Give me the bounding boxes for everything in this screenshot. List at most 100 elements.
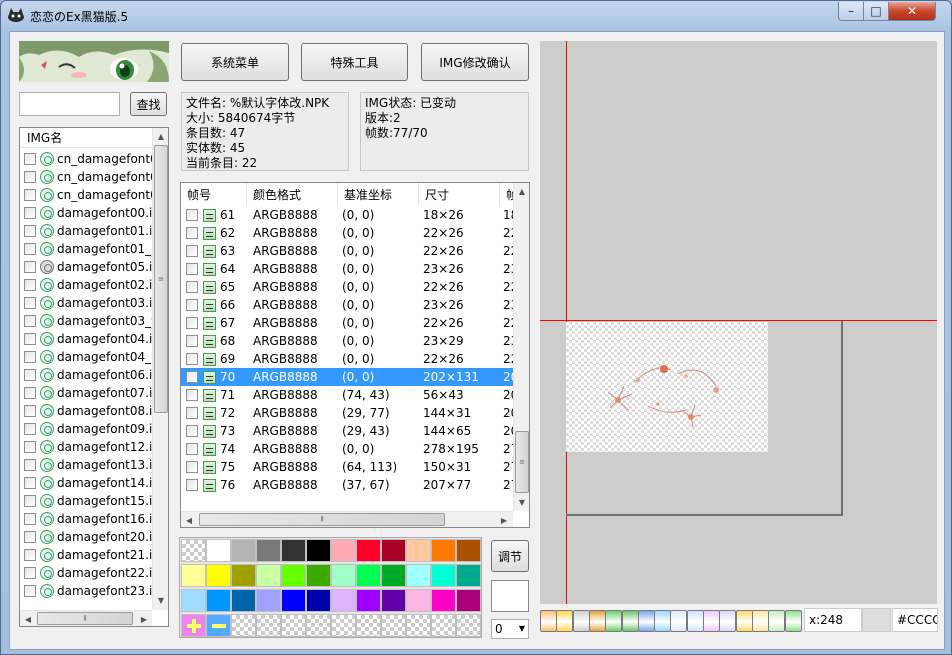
frame-row[interactable]: 62 ARGB8888 (0, 0) 22×26 22 [181,224,518,242]
col-frame-no[interactable]: 帧号 [181,183,247,205]
frame-checkbox[interactable] [186,407,198,419]
frame-row[interactable]: 70 ARGB8888 (0, 0) 202×131 20 [181,368,518,386]
pencil-tool-icon[interactable] [703,610,720,632]
palette-swatch[interactable] [231,539,256,562]
palette-swatch[interactable] [306,539,331,562]
swap-tool-icon[interactable] [605,610,623,632]
palette-swatch[interactable] [431,589,456,612]
frame-scroll-right-icon[interactable]: ▶ [496,512,512,527]
palette-swatch[interactable] [281,564,306,587]
palette-swatch[interactable] [306,564,331,587]
palette-swatch[interactable] [406,564,431,587]
img-list-item[interactable]: damagefont02.in [24,276,160,294]
img-item-checkbox[interactable] [24,333,36,345]
palette-swatch[interactable] [281,589,306,612]
scroll-right-icon[interactable]: ▶ [136,611,152,626]
frame-checkbox[interactable] [186,317,198,329]
img-item-checkbox[interactable] [24,477,36,489]
frame-checkbox[interactable] [186,425,198,437]
frame-list-scroll-thumb[interactable]: ≡ [515,431,529,493]
frame-scroll-up-icon[interactable]: ▲ [514,183,529,199]
img-item-checkbox[interactable] [24,351,36,363]
frame-checkbox[interactable] [186,335,198,347]
palette-swatch[interactable] [431,539,456,562]
palette-swatch[interactable] [331,589,356,612]
close-button[interactable]: ✕ [888,2,936,21]
img-item-checkbox[interactable] [24,189,36,201]
img-list-item[interactable]: cn_damagefont0 [24,168,158,186]
frame-row[interactable]: 72 ARGB8888 (29, 77) 144×31 20 [181,404,518,422]
img-item-checkbox[interactable] [24,315,36,327]
palette-swatch-empty[interactable] [381,614,406,637]
rect-tool-icon[interactable] [735,610,753,632]
img-list-item[interactable]: damagefont01_b [24,240,159,258]
palette-swatch-empty[interactable] [256,614,281,637]
palette-swatch[interactable] [206,539,231,562]
img-list-item[interactable]: damagefont23.in [24,582,160,600]
axis-tool-icon[interactable] [670,610,688,632]
col-size[interactable]: 尺寸 [419,183,500,205]
img-list-item[interactable]: damagefont21.in [24,546,160,564]
frame-list-hscrollbar[interactable]: ◀ ⦀ ▶ [181,511,513,527]
palette-swatch[interactable] [256,539,281,562]
scroll-left-icon[interactable]: ◀ [20,611,36,626]
img-list-item[interactable]: cn_damagefont0 [24,150,158,168]
minimize-button[interactable]: – [838,2,864,21]
palette-swatch[interactable] [306,589,331,612]
palette-swatch[interactable] [456,564,481,587]
palette-swatch-empty[interactable] [431,614,456,637]
img-item-checkbox[interactable] [24,423,36,435]
scroll-down-icon[interactable]: ▼ [153,592,168,608]
frame-checkbox[interactable] [186,281,198,293]
palette-swatch[interactable] [281,539,306,562]
frame-checkbox[interactable] [186,479,198,491]
img-list-hscroll-thumb[interactable]: ⦀ [37,612,133,625]
img-list-item[interactable]: damagefont20.in [24,528,160,546]
palette-swatch[interactable] [331,564,356,587]
grid-tool-icon[interactable] [540,610,557,632]
frame-row[interactable]: 76 ARGB8888 (37, 67) 207×77 27 [181,476,518,494]
img-list-item[interactable]: cn_damagefont0 [24,186,158,204]
img-list-item[interactable]: damagefont04_r [24,348,156,366]
fill-tool-icon[interactable] [784,610,802,632]
frame-list-hscroll-thumb[interactable]: ⦀ [199,513,445,526]
palette-tool-icon[interactable] [556,610,574,632]
img-list-item[interactable]: damagefont16.in [24,510,160,528]
frame-row[interactable]: 63 ARGB8888 (0, 0) 22×26 22 [181,242,518,260]
img-item-checkbox[interactable] [24,243,36,255]
palette-swatch-empty[interactable] [406,614,431,637]
palette-swatch-empty[interactable] [456,614,481,637]
palette-swatch[interactable] [381,589,406,612]
palette-swatch[interactable] [406,539,431,562]
plus-icon[interactable] [181,614,206,637]
img-item-checkbox[interactable] [24,495,36,507]
frame-checkbox[interactable] [186,209,198,221]
palette-swatch-empty[interactable] [356,614,381,637]
img-confirm-button[interactable]: IMG修改确认 [421,43,529,81]
frame-row[interactable]: 75 ARGB8888 (64, 113) 150×31 27 [181,458,518,476]
frame-row[interactable]: 64 ARGB8888 (0, 0) 23×26 23 [181,260,518,278]
palette-swatch[interactable] [206,564,231,587]
img-list-vscrollbar[interactable]: ▲ ≡ ▼ [152,128,168,610]
img-item-checkbox[interactable] [24,387,36,399]
palette-swatch[interactable] [231,564,256,587]
palette-swatch[interactable] [256,564,281,587]
palette-swatch[interactable] [181,539,206,562]
frame-row[interactable]: 69 ARGB8888 (0, 0) 22×26 22 [181,350,518,368]
img-item-checkbox[interactable] [24,297,36,309]
palette-swatch[interactable] [406,589,431,612]
img-list-item[interactable]: damagefont15.in [24,492,160,510]
palette-swatch[interactable] [231,589,256,612]
img-list[interactable]: IMG名 cn_damagefont0 cn_damagefont0 cn_dama… [19,127,169,627]
palette-swatch[interactable] [181,564,206,587]
img-list-scroll-thumb[interactable]: ≡ [154,145,168,413]
img-list-item[interactable]: damagefont12.in [24,438,160,456]
frame-checkbox[interactable] [186,299,198,311]
palette-swatch[interactable] [431,564,456,587]
frame-row[interactable]: 66 ARGB8888 (0, 0) 23×26 23 [181,296,518,314]
frame-checkbox[interactable] [186,389,198,401]
search-button[interactable]: 查找 [130,92,167,116]
picker-tool-icon[interactable] [768,610,786,632]
img-list-item[interactable]: damagefont09.in [24,420,160,438]
img-list-item[interactable]: damagefont03.in [24,294,160,312]
